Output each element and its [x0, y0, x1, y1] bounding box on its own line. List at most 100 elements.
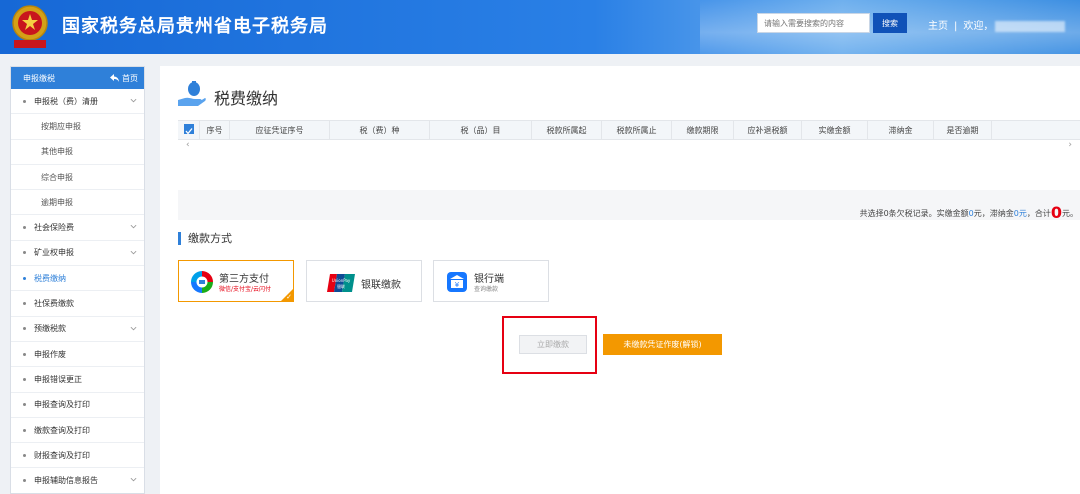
summary-text: 共选择0条欠税记录。实缴金额0元，滞纳金0元，合计0元。	[859, 201, 1078, 222]
bank-pay-option[interactable]: ¥ 银行端 查询缴款	[433, 260, 549, 302]
bank-pay-label: 银行端	[474, 274, 504, 285]
sidebar-item[interactable]: 申报作废	[11, 342, 144, 368]
chevron-down-icon	[130, 478, 137, 482]
search-button[interactable]: 搜索	[873, 13, 907, 33]
sidebar-item-label: 按期应申报	[41, 121, 81, 131]
sidebar-item-label: 缴款查询及打印	[34, 425, 90, 435]
sidebar-item[interactable]: 矿业权申报	[11, 241, 144, 267]
bullet-icon	[23, 352, 26, 356]
sidebar-item-label: 申报查询及打印	[34, 400, 90, 410]
sidebar-item[interactable]: 税费缴纳	[11, 266, 144, 292]
table-column-header: 税（品）目	[430, 120, 532, 140]
table-column-header: 滞纳金	[868, 120, 934, 140]
chevron-down-icon	[130, 98, 137, 103]
sidebar-item-label: 预缴税款	[34, 324, 66, 334]
sidebar-item[interactable]: 按期应申报	[11, 114, 144, 140]
nav-home-link[interactable]: 主页	[928, 17, 948, 32]
sidebar-item[interactable]: 申报税（费）清册	[11, 89, 144, 115]
unionpay-logo-icon: UnionPay 银联	[327, 274, 355, 292]
sidebar-item-label: 申报辅助信息报告	[34, 476, 98, 486]
highlight-annotation-box	[502, 316, 597, 374]
sidebar-home-link[interactable]: 首页	[110, 73, 138, 84]
select-all-cell[interactable]	[178, 120, 200, 140]
chevron-down-icon	[130, 250, 137, 255]
search-input[interactable]	[757, 13, 870, 33]
check-icon: ✓	[286, 293, 292, 301]
sidebar-item[interactable]: 申报辅助信息报告	[11, 468, 144, 493]
sidebar-item-label: 其他申报	[41, 147, 73, 157]
sidebar-item[interactable]: 申报查询及打印	[11, 393, 144, 418]
site-title: 国家税务总局贵州省电子税务局	[62, 16, 328, 37]
table-column-header: 税款所属止	[602, 120, 672, 140]
sidebar-item[interactable]: 预缴税款	[11, 317, 144, 342]
sidebar-menu: 申报税（费）清册按期应申报其他申报综合申报逾期申报社会保险费矿业权申报税费缴纳社…	[11, 89, 144, 493]
sidebar-item[interactable]: 综合申报	[11, 165, 144, 191]
page-title: 税费缴纳	[214, 89, 279, 108]
bank-icon: ¥	[447, 272, 467, 292]
table-column-header: 税款所属起	[532, 120, 602, 140]
sidebar-item-label: 综合申报	[41, 172, 73, 182]
bullet-icon	[23, 479, 26, 483]
table-scrollbar[interactable]: ‹ ›	[178, 140, 1080, 152]
summary-mid1: 元，滞纳金	[973, 209, 1014, 218]
summary-suffix: 元。	[1062, 209, 1078, 218]
unionpay-label: 银联缴款	[361, 280, 401, 291]
third-party-pay-icon	[191, 271, 213, 293]
payment-hand-icon	[178, 81, 206, 106]
svg-text:¥: ¥	[455, 281, 460, 289]
sidebar-home-label: 首页	[122, 73, 138, 83]
table-column-header: 应补退税额	[734, 120, 802, 140]
bullet-icon	[23, 327, 26, 331]
sidebar-item[interactable]: 申报错误更正	[11, 367, 144, 393]
user-name-blurred	[995, 20, 1066, 32]
summary-prefix: 共选择0条欠税记录。实缴金额	[859, 209, 969, 218]
bullet-icon	[23, 428, 26, 432]
table-column-header: 序号	[200, 120, 230, 140]
third-party-pay-sub: 微信/支付宝/云闪付	[219, 286, 272, 293]
unionpay-option[interactable]: UnionPay 银联 银联缴款	[306, 260, 422, 302]
sidebar-header-label: 申报缴税	[23, 73, 55, 83]
top-header: 国家税务总局贵州省电子税务局 搜索 主页|欢迎，|退出	[0, 0, 1080, 54]
scroll-left-icon[interactable]: ‹	[186, 140, 190, 150]
svg-text:UnionPay: UnionPay	[332, 278, 351, 283]
bullet-icon	[23, 453, 26, 457]
table-column-header: 是否逾期	[934, 120, 992, 140]
sidebar-item-label: 税费缴纳	[34, 273, 66, 283]
bullet-icon	[23, 276, 26, 280]
scroll-right-icon[interactable]: ›	[1068, 140, 1072, 150]
bank-pay-sub: 查询缴款	[474, 286, 499, 293]
table-column-header: 税（费）种	[330, 120, 430, 140]
sidebar-item[interactable]: 其他申报	[11, 140, 144, 165]
svg-text:银联: 银联	[337, 283, 345, 289]
summary-bar: 共选择0条欠税记录。实缴金额0元，滞纳金0元，合计0元。	[178, 190, 1080, 222]
sidebar-header: 申报缴税 首页	[11, 67, 144, 89]
sidebar-item-label: 申报税（费）清册	[34, 96, 98, 106]
chevron-down-icon	[130, 225, 137, 229]
table-column-header: 实缴金额	[802, 120, 868, 140]
sidebar-item-label: 财报查询及打印	[34, 450, 90, 460]
select-all-checkbox[interactable]	[183, 124, 194, 135]
sidebar-item[interactable]: 社会保险费	[11, 215, 144, 241]
payment-section-title: 缴款方式	[178, 232, 232, 245]
tax-emblem-icon	[12, 5, 48, 48]
nav-welcome: 欢迎，	[963, 21, 994, 32]
sidebar-item[interactable]: 缴款查询及打印	[11, 418, 144, 444]
sidebar-item-label: 矿业权申报	[34, 248, 74, 258]
tax-table: 序号 应征凭证序号 税（费）种 税（品）目 税款所属起 税款所属止 缴款期限 应补退税额 实缴金…	[178, 120, 1080, 152]
sidebar-item[interactable]: 财报查询及打印	[11, 443, 144, 469]
bullet-icon	[23, 377, 26, 381]
sidebar-item[interactable]: 社保费缴款	[11, 291, 144, 317]
bullet-icon	[23, 302, 26, 306]
bullet-icon	[23, 403, 26, 407]
bullet-icon	[23, 226, 26, 230]
void-voucher-button[interactable]: 未缴款凭证作废(解锁)	[603, 334, 722, 355]
table-column-header: 缴款期限	[672, 120, 734, 140]
summary-late-fee: 0元	[1013, 209, 1027, 218]
third-party-pay-label: 第三方支付	[219, 274, 269, 285]
summary-mid2: ，合计	[1026, 209, 1051, 218]
sidebar-item[interactable]: 逾期申报	[11, 190, 144, 216]
back-arrow-icon	[110, 74, 119, 82]
sidebar-item-label: 逾期申报	[41, 197, 73, 207]
chevron-down-icon	[130, 326, 137, 331]
third-party-pay-option[interactable]: 第三方支付 微信/支付宝/云闪付 ✓	[178, 260, 294, 302]
